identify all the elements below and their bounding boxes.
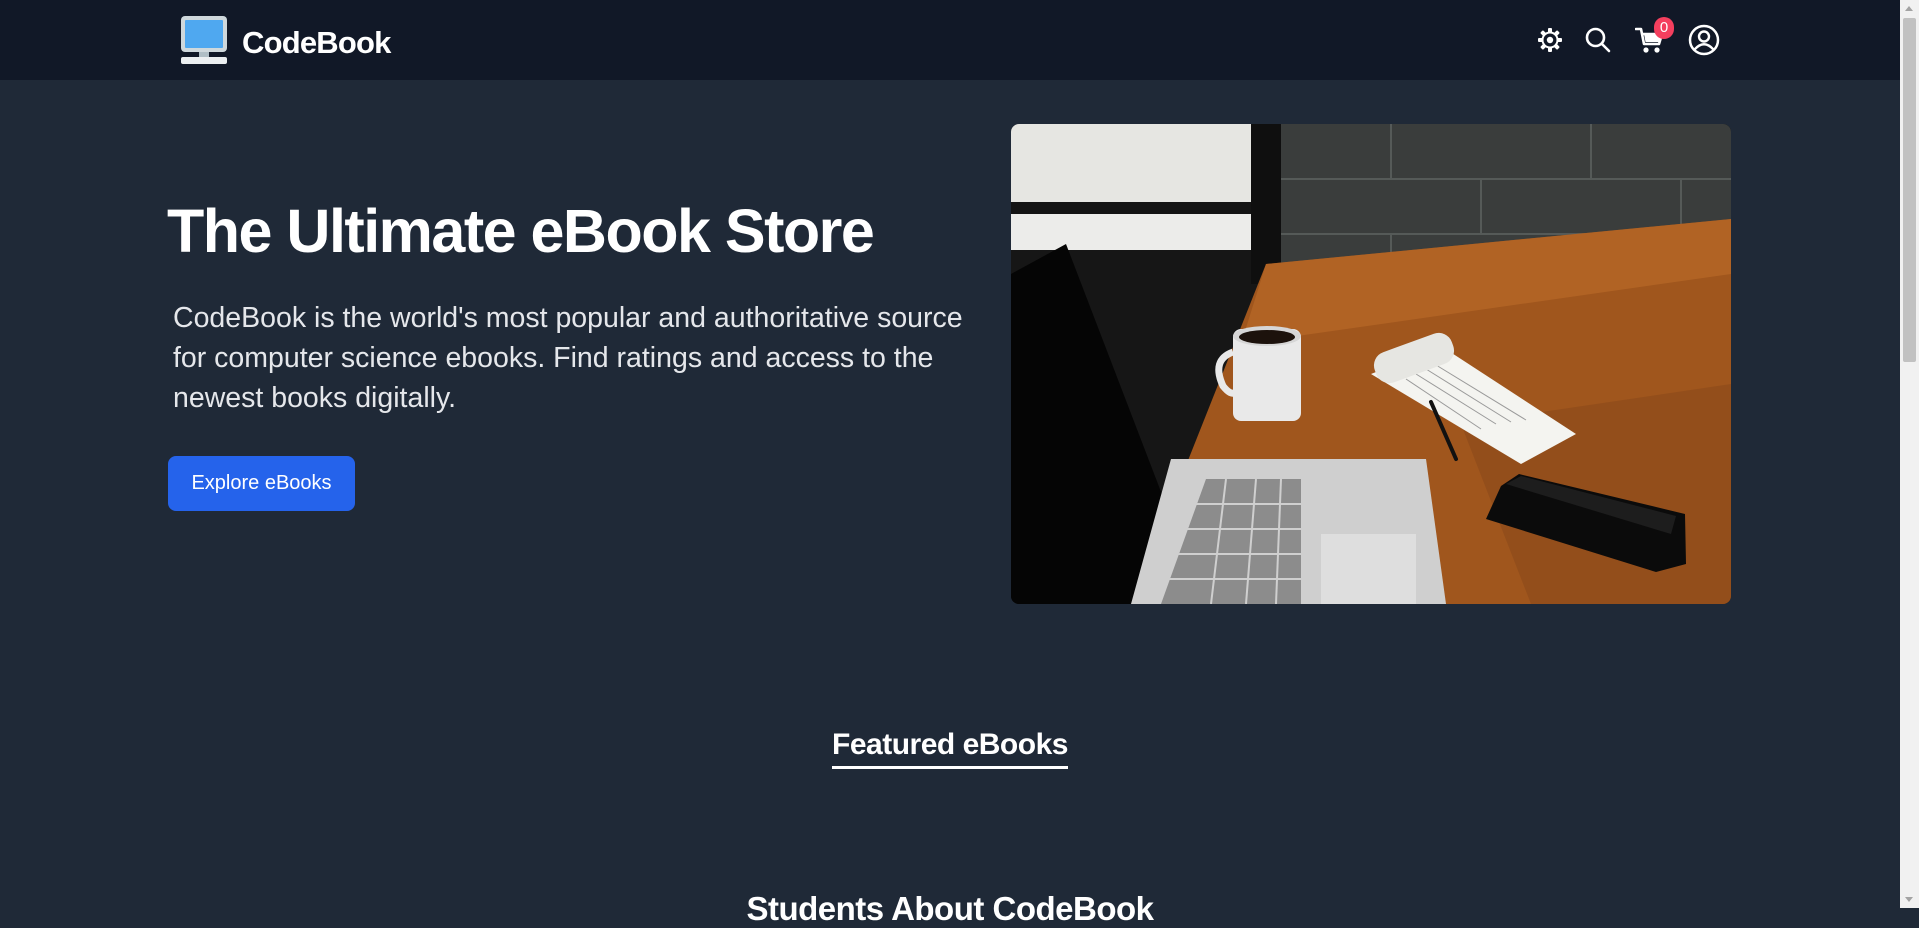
brand-logo-link[interactable]: CodeBook [178,14,391,71]
monitor-icon [178,14,230,71]
hero-title: The Ultimate eBook Store [167,197,875,265]
testimonials-heading: Students About CodeBook [746,890,1154,927]
nav-icons: 0 [1530,17,1730,60]
page-scrollbar[interactable] [1900,0,1919,908]
featured-ebooks-heading-text: Featured eBooks [832,728,1068,769]
cart-icon[interactable]: 0 [1630,17,1674,60]
navbar: CodeBook 0 [0,0,1900,81]
gear-icon[interactable] [1530,20,1570,60]
search-icon[interactable] [1578,20,1618,60]
hero-description: CodeBook is the world's most popular and… [173,302,963,414]
hero-image [1011,124,1731,604]
scroll-down-arrow-icon[interactable] [1905,897,1913,902]
featured-ebooks-heading: Featured eBooks [0,728,1900,769]
brand-name: CodeBook [242,24,391,60]
scrollbar-thumb[interactable] [1903,18,1916,362]
explore-ebooks-button[interactable]: Explore eBooks [168,456,355,511]
cart-count-badge: 0 [1654,17,1674,39]
user-icon[interactable] [1684,20,1724,60]
scroll-up-arrow-icon[interactable] [1905,6,1913,11]
